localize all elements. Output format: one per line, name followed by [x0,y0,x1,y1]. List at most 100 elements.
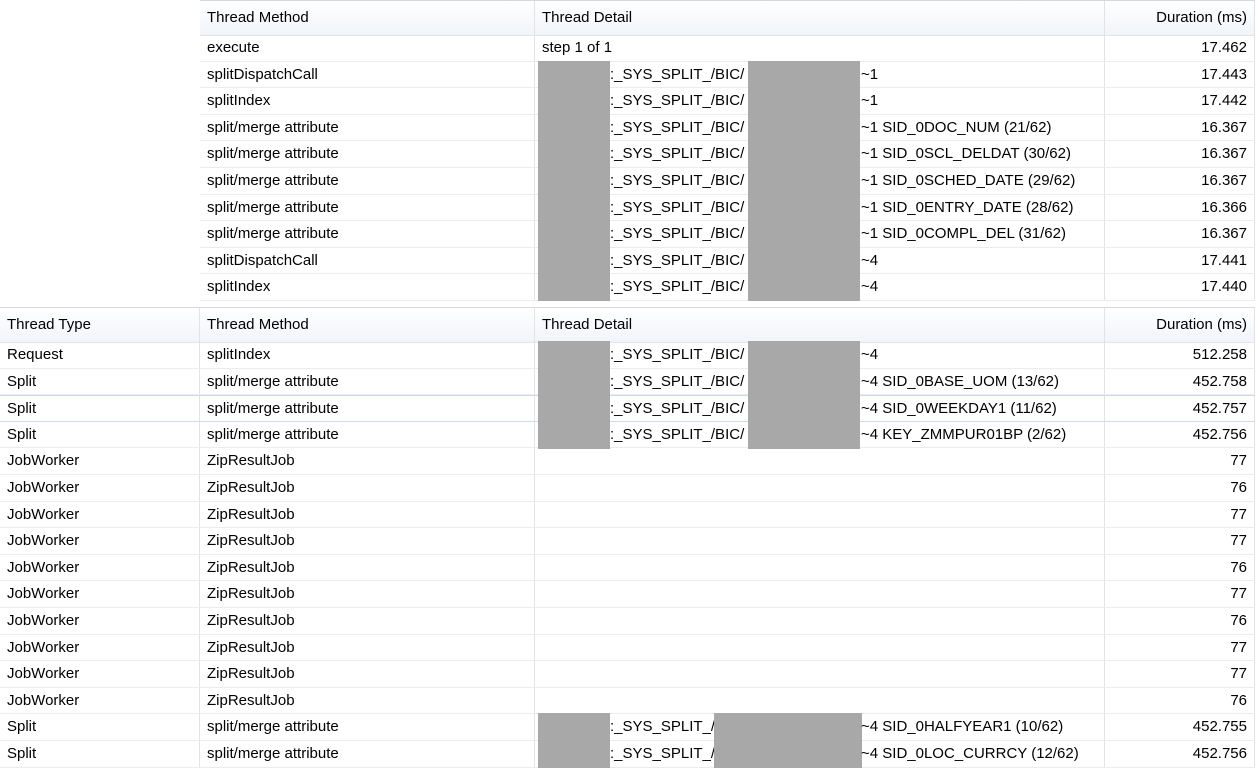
table-row[interactable]: Split split/merge attribute:_SYS_SPLIT_/B… [0,395,1255,424]
duration-cell: 76 [1105,608,1255,634]
thread-method-cell: ZipResultJob [200,581,535,607]
thread-type-cell: JobWorker [0,448,200,474]
thread-method-cell: ZipResultJob [200,528,535,554]
table-row[interactable]: Split split/merge attribute :_SYS_SPLIT_/B… [0,367,1255,396]
thread-type-cell: JobWorker [0,634,200,661]
detail-suffix: ~1 SID_0COMPL_DEL (31/62) [861,225,1066,243]
table-row[interactable]: JobWorker ZipResultJob 77 [0,501,1255,529]
table-row[interactable]: JobWorker ZipResultJob 76 [0,554,1255,582]
duration-cell: 452.756 [1105,421,1255,448]
column-header[interactable]: Thread Detail [535,308,1105,342]
duration-cell: 17.441 [1105,247,1255,274]
table-row[interactable]: JobWorker ZipResultJob 77 [0,634,1255,662]
thread-method-cell: splitIndex [200,274,535,300]
thread-detail-cell: :_SYS_SPLIT_/BIC/ ~1 [535,60,1105,89]
table-row[interactable]: splitDispatchCall:_SYS_SPLIT_/BIC/ ~4 17.4… [200,246,1255,275]
table-row[interactable]: JobWorker ZipResultJob 76 [0,687,1255,715]
detail-object-path: :_SYS_SPLIT_/BIC/ [610,251,745,269]
redacted-block [748,273,860,302]
duration-cell: 76 [1105,554,1255,581]
table-row[interactable]: splitIndex:_SYS_SPLIT_/BIC/ ~4 17.440 [200,273,1255,302]
thread-method-cell: ZipResultJob [200,448,535,474]
column-header[interactable]: Duration (ms) [1105,308,1255,342]
redacted-block [538,713,610,742]
detail-suffix: ~4 SID_0HALFYEAR1 (10/62) [861,718,1064,736]
duration-cell: 77 [1105,661,1255,687]
duration-cell: 452.758 [1105,368,1255,395]
column-header[interactable]: Thread Detail [535,1,1105,35]
thread-detail-cell: :_SYS_SPLIT_/BIC/ ~4 [535,273,1105,302]
thread-detail-cell [535,608,1105,634]
thread-type-cell: Split [0,714,200,740]
detail-suffix: ~1 SID_0ENTRY_DATE (28/62) [861,198,1074,216]
thread-method-cell: ZipResultJob [200,554,535,581]
thread-method-cell: splitIndex [200,342,535,368]
column-header[interactable]: Duration (ms) [1105,1,1255,35]
thread-detail-cell: :_SYS_SPLIT_/BIC/ ~1 SID_0ENTRY_DATE (28/… [535,193,1105,222]
redacted-block [748,193,860,222]
table-row[interactable]: JobWorker ZipResultJob 77 [0,528,1255,555]
table-row[interactable]: Request splitIndex:_SYS_SPLIT_/BIC/ ~4 512.… [0,341,1255,369]
table-row[interactable]: split/merge attribute:_SYS_SPLIT_/BIC/ ~1… [200,220,1255,249]
column-header[interactable]: Thread Method [200,308,535,342]
thread-method-cell: split/merge attribute [200,114,535,141]
redacted-block [538,60,610,89]
thread-method-cell: split/merge attribute [200,368,535,395]
table-row[interactable]: Split split/merge attribute:_SYS_SPLIT_/B… [0,420,1255,449]
redacted-block [538,140,610,169]
redacted-block [714,713,862,742]
table-row[interactable]: JobWorker ZipResultJob 77 [0,448,1255,475]
table-row[interactable]: split/merge attribute:_SYS_SPLIT_/BIC/ ~1… [200,113,1255,142]
detail-suffix: ~4 SID_0WEEKDAY1 (11/62) [861,400,1057,418]
thread-detail-cell: :_SYS_SPLIT_/ ~4 SID_0LOC_CURRCY (12/62) [535,740,1105,768]
thread-type-cell: Split [0,741,200,767]
duration-cell: 17.442 [1105,88,1255,114]
table-row[interactable]: split/merge attribute:_SYS_SPLIT_/BIC/ ~1… [200,140,1255,169]
detail-suffix: ~1 SID_0SCL_DELDAT (30/62) [861,145,1071,163]
thread-detail-cell [535,581,1105,607]
thread-method-cell: split/merge attribute [200,194,535,221]
duration-cell: 77 [1105,448,1255,474]
redacted-block [538,420,610,449]
redacted-block [748,367,860,396]
table-row[interactable]: Split split/merge attribute:_SYS_SPLIT_/ ~… [0,740,1255,768]
table-row[interactable]: splitIndex:_SYS_SPLIT_/BIC/ ~1 17.442 [200,87,1255,116]
table-row[interactable]: JobWorker ZipResultJob 77 [0,581,1255,608]
table-row[interactable]: split/merge attribute:_SYS_SPLIT_/BIC/ ~1… [200,193,1255,222]
thread-method-cell: split/merge attribute [200,396,535,421]
detail-object-path: :_SYS_SPLIT_/BIC/ [610,278,745,296]
detail-suffix: ~1 SID_0SCHED_DATE (29/62) [861,172,1076,189]
table-row[interactable]: execute step 1 of 1 17.462 [200,35,1255,62]
thread-method-cell: ZipResultJob [200,501,535,528]
redacted-block [748,246,860,275]
table-row[interactable]: Split split/merge attribute:_SYS_SPLIT_/ ~… [0,713,1255,742]
thread-detail-cell: step 1 of 1 [535,35,1105,61]
detail-suffix: ~4 SID_0LOC_CURRCY (12/62) [861,745,1079,762]
thread-method-cell: splitDispatchCall [200,247,535,274]
thread-method-cell: splitIndex [200,88,535,114]
thread-detail-cell [535,475,1105,501]
redacted-block [538,113,610,142]
thread-type-cell: JobWorker [0,528,200,554]
thread-detail-cell: :_SYS_SPLIT_/BIC/ ~1 SID_0DOC_NUM (21/62) [535,113,1105,142]
thread-method-cell: ZipResultJob [200,475,535,501]
table-row[interactable]: splitDispatchCall:_SYS_SPLIT_/BIC/ ~1 17.4… [200,60,1255,89]
column-header[interactable]: Thread Type [0,308,200,342]
thread-type-cell: Split [0,368,200,395]
thread-method-cell: split/merge attribute [200,741,535,767]
redacted-block [538,87,610,116]
thread-detail-cell [535,554,1105,581]
thread-detail-cell [535,448,1105,474]
detail-object-path: :_SYS_SPLIT_/BIC/ [610,372,745,390]
detail-object-path: :_SYS_SPLIT_/BIC/ [610,118,745,136]
duration-cell: 77 [1105,634,1255,661]
thread-method-cell: split/merge attribute [200,168,535,194]
thread-method-cell: splitDispatchCall [200,61,535,88]
table-row[interactable]: JobWorker ZipResultJob 76 [0,475,1255,502]
table-row[interactable]: JobWorker ZipResultJob 77 [0,661,1255,688]
table-row[interactable]: split/merge attribute:_SYS_SPLIT_/BIC/ ~1… [200,167,1255,195]
column-header[interactable]: Thread Method [200,1,535,35]
table-row[interactable]: JobWorker ZipResultJob 76 [0,608,1255,635]
duration-cell: 17.443 [1105,61,1255,88]
thread-detail-cell [535,634,1105,661]
